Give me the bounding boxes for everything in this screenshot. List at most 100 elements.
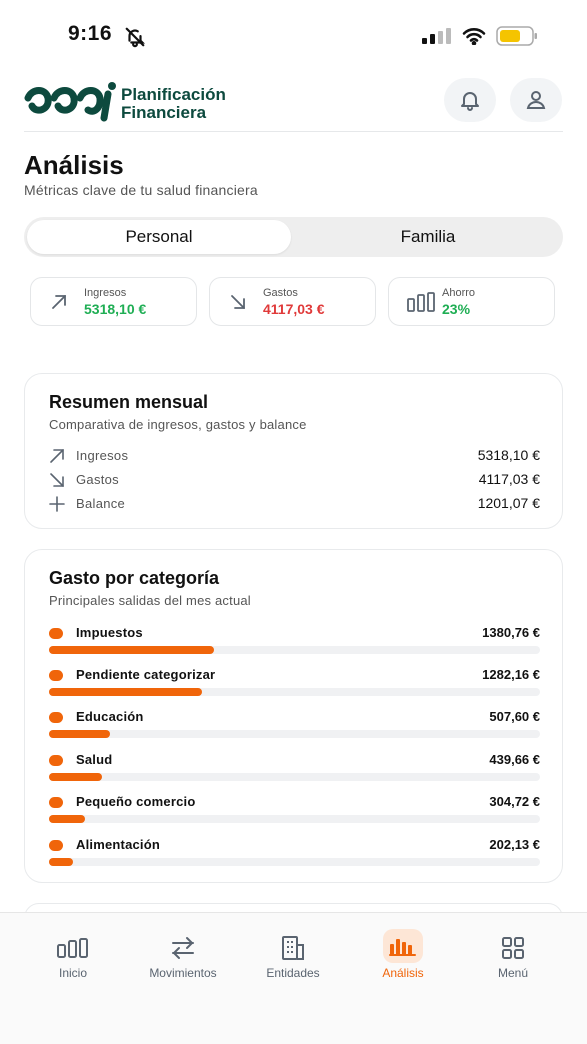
kpi-ahorro-value: 23%: [442, 301, 471, 317]
category-name: Salud: [76, 752, 113, 767]
bar-chart-icon: [407, 292, 435, 312]
category-progress-track: [49, 688, 540, 696]
category-progress-fill: [49, 773, 102, 781]
tab-personal[interactable]: Personal: [27, 220, 291, 254]
profile-button[interactable]: [510, 78, 562, 122]
kpi-ingresos: Ingresos 5318,10 €: [30, 277, 197, 326]
nav-inicio[interactable]: Inicio: [18, 933, 128, 980]
category-row[interactable]: Educación 507,60 €: [49, 708, 540, 746]
nav-menu[interactable]: Menú: [458, 933, 568, 980]
category-progress-track: [49, 646, 540, 654]
category-row[interactable]: Pendiente categorizar 1282,16 €: [49, 666, 540, 704]
nav-movimientos[interactable]: Movimientos: [128, 933, 238, 980]
category-dot: [49, 628, 63, 639]
nav-label: Entidades: [266, 966, 320, 980]
category-name: Alimentación: [76, 837, 161, 852]
monthly-summary-title: Resumen mensual: [49, 392, 209, 412]
summary-row-gastos: Gastos 4117,03 €: [49, 470, 540, 490]
bell-icon: [461, 92, 479, 111]
category-value: 507,60 €: [489, 709, 540, 724]
kpi-ingresos-value: 5318,10 €: [84, 301, 147, 317]
category-row[interactable]: Pequeño comercio 304,72 €: [49, 793, 540, 831]
app-header: Planificación Financiera: [24, 72, 563, 132]
category-name: Educación: [76, 709, 144, 724]
brand-line-1: Planificación: [121, 85, 226, 104]
category-name: Pendiente categorizar: [76, 667, 216, 682]
nav-active-indicator: [383, 929, 423, 963]
arrow-down-right-icon: [231, 295, 245, 309]
brand-logo-icon: [24, 82, 116, 122]
bottom-navigation: Inicio Movimientos Entidades Análisis Me…: [0, 912, 587, 1044]
nav-label: Inicio: [58, 966, 87, 980]
category-progress-fill: [49, 730, 110, 738]
spending-by-category-card: Gasto por categoría Principales salidas …: [24, 549, 563, 883]
arrow-up-right-icon: [50, 449, 64, 463]
brand-line-2: Financiera: [121, 103, 207, 122]
kpi-gastos: Gastos 4117,03 €: [209, 277, 376, 326]
plus-icon: [49, 496, 65, 512]
kpi-ingresos-label: Ingresos: [84, 287, 127, 299]
summary-row-value: 1201,07 €: [477, 495, 540, 511]
category-dot: [49, 797, 63, 808]
building-icon: [282, 936, 304, 960]
nav-analisis[interactable]: Análisis: [348, 929, 458, 980]
category-dot: [49, 840, 63, 851]
category-progress-fill: [49, 646, 214, 654]
status-bar: 9:16: [0, 0, 587, 70]
nav-label: Análisis: [382, 966, 424, 980]
category-dot: [49, 712, 63, 723]
category-value: 304,72 €: [489, 794, 540, 809]
category-dot: [49, 755, 63, 766]
cellular-signal-icon: [422, 28, 451, 44]
category-row[interactable]: Alimentación 202,13 €: [49, 836, 540, 874]
summary-row-ingresos: Ingresos 5318,10 €: [49, 446, 540, 466]
kpi-gastos-value: 4117,03 €: [263, 301, 325, 317]
scope-segmented-control: Personal Familia: [24, 217, 563, 257]
summary-row-value: 5318,10 €: [477, 447, 540, 463]
summary-row-value: 4117,03 €: [478, 471, 540, 487]
category-value: 202,13 €: [489, 837, 540, 852]
page-subtitle: Métricas clave de tu salud financiera: [24, 182, 258, 198]
nav-entidades[interactable]: Entidades: [238, 933, 348, 980]
category-progress-fill: [49, 815, 86, 823]
brand-name: Planificación Financiera: [121, 86, 226, 122]
monthly-summary-card: Resumen mensual Comparativa de ingresos,…: [24, 373, 563, 529]
category-name: Impuestos: [76, 625, 143, 640]
battery-icon: [496, 26, 537, 46]
notifications-button[interactable]: [444, 78, 496, 122]
analytics-bars-icon: [389, 939, 416, 956]
category-progress-track: [49, 730, 540, 738]
category-row[interactable]: Salud 439,66 €: [49, 751, 540, 789]
kpi-ahorro: Ahorro 23%: [388, 277, 555, 326]
summary-row-label: Balance: [76, 496, 126, 511]
category-progress-fill: [49, 858, 74, 866]
category-progress-track: [49, 858, 540, 866]
category-progress-track: [49, 773, 540, 781]
grid-menu-icon: [502, 937, 524, 959]
category-row[interactable]: Impuestos 1380,76 €: [49, 624, 540, 662]
summary-row-balance: Balance 1201,07 €: [49, 494, 540, 514]
status-time: 9:16: [68, 22, 113, 45]
category-progress-fill: [49, 688, 203, 696]
transfer-arrows-icon: [172, 937, 194, 959]
category-name: Pequeño comercio: [76, 794, 196, 809]
monthly-summary-subtitle: Comparativa de ingresos, gastos y balanc…: [49, 417, 307, 432]
category-card-subtitle: Principales salidas del mes actual: [49, 593, 251, 608]
category-progress-track: [49, 815, 540, 823]
summary-row-label: Ingresos: [76, 448, 129, 463]
wifi-icon: [462, 28, 486, 45]
kpi-gastos-label: Gastos: [263, 287, 298, 299]
tab-familia[interactable]: Familia: [296, 220, 560, 254]
nav-label: Movimientos: [149, 966, 217, 980]
arrow-up-right-icon: [52, 295, 66, 309]
nav-label: Menú: [497, 966, 529, 980]
summary-row-label: Gastos: [76, 472, 119, 487]
arrow-down-right-icon: [50, 473, 64, 487]
page-title: Análisis: [24, 150, 124, 180]
category-dot: [49, 670, 63, 681]
category-value: 439,66 €: [489, 752, 540, 767]
user-icon: [526, 91, 546, 109]
category-card-title: Gasto por categoría: [49, 568, 220, 588]
kpi-ahorro-label: Ahorro: [442, 287, 476, 299]
category-value: 1380,76 €: [482, 625, 540, 640]
